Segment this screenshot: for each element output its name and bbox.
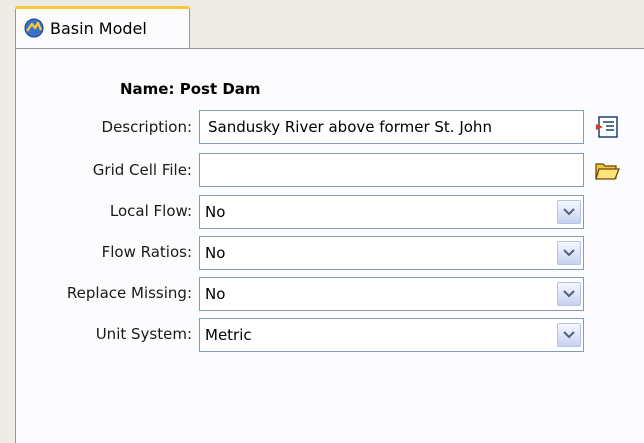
local-flow-label: Local Flow: (109, 202, 192, 220)
chevron-down-icon (563, 249, 575, 257)
tab-basin-model[interactable]: Basin Model (15, 6, 190, 49)
tab-label: Basin Model (50, 18, 147, 38)
name-label: Name: (120, 80, 175, 98)
grid-cell-file-input[interactable] (199, 153, 584, 187)
replace-missing-dropdown-button[interactable] (557, 282, 581, 306)
replace-missing-label: Replace Missing: (66, 284, 192, 302)
unit-system-select[interactable]: Metric (199, 318, 584, 352)
grid-cell-file-browse-button[interactable] (592, 155, 622, 185)
flow-ratios-select[interactable]: No (199, 236, 584, 270)
replace-missing-value: No (205, 285, 226, 303)
description-label: Description: (101, 118, 192, 136)
replace-missing-select[interactable]: No (199, 277, 584, 311)
unit-system-dropdown-button[interactable] (557, 323, 581, 347)
local-flow-dropdown-button[interactable] (557, 200, 581, 224)
flow-ratios-dropdown-button[interactable] (557, 241, 581, 265)
name-row: Name: Post Dam (120, 80, 261, 98)
tab-strip: Basin Model (0, 0, 644, 49)
unit-system-label: Unit System: (95, 325, 192, 343)
local-flow-value: No (205, 203, 226, 221)
open-folder-icon (595, 163, 620, 180)
description-input[interactable]: Sandusky River above former St. John (199, 110, 584, 144)
flow-ratios-value: No (205, 244, 226, 262)
name-value: Post Dam (179, 80, 261, 98)
unit-system-value: Metric (205, 326, 252, 344)
local-flow-select[interactable]: No (199, 195, 584, 229)
chevron-down-icon (563, 331, 575, 339)
description-edit-button[interactable] (592, 112, 622, 142)
flow-ratios-label: Flow Ratios: (101, 243, 192, 261)
chevron-down-icon (563, 208, 575, 216)
edit-text-icon (596, 116, 618, 138)
chevron-down-icon (563, 290, 575, 298)
basin-model-icon (24, 18, 44, 38)
grid-cell-file-label: Grid Cell File: (92, 161, 192, 179)
